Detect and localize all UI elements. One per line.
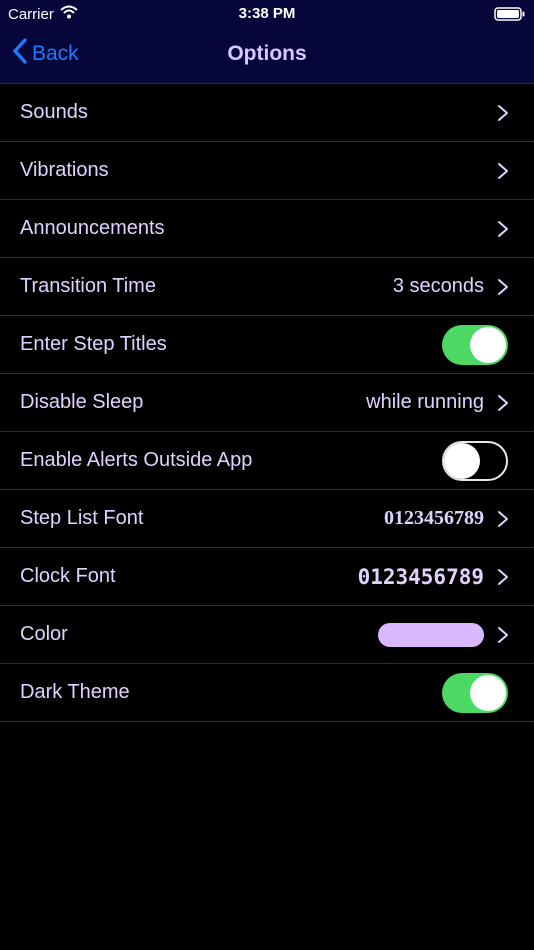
chevron-right-icon [498, 568, 508, 585]
chevron-right-icon [498, 394, 508, 411]
option-label: Enable Alerts Outside App [20, 449, 253, 471]
option-label: Step List Font [20, 507, 144, 529]
chevron-right-icon [498, 220, 508, 237]
option-label: Color [20, 623, 68, 645]
option-enable-alerts-outside-app: Enable Alerts Outside App [0, 432, 534, 490]
enter-step-titles-toggle[interactable] [442, 324, 508, 365]
option-label: Announcements [20, 217, 165, 239]
color-swatch [378, 622, 484, 647]
option-enter-step-titles: Enter Step Titles [0, 316, 534, 374]
chevron-right-icon [498, 104, 508, 121]
option-announcements[interactable]: Announcements [0, 200, 534, 258]
top-bar: Carrier 3:38 PM Back Options [0, 0, 534, 84]
option-color[interactable]: Color [0, 606, 534, 664]
option-label: Disable Sleep [20, 391, 144, 413]
status-bar: Carrier 3:38 PM [0, 0, 534, 28]
chevron-right-icon [498, 162, 508, 179]
options-list: Sounds Vibrations Announcements Transiti… [0, 84, 534, 722]
option-vibrations[interactable]: Vibrations [0, 142, 534, 200]
chevron-right-icon [498, 510, 508, 527]
option-step-list-font[interactable]: Step List Font 0123456789 [0, 490, 534, 548]
font-preview: 0123456789 [384, 507, 484, 529]
option-value: 3 seconds [392, 275, 484, 297]
option-label: Vibrations [20, 159, 109, 181]
toggle-knob [444, 442, 480, 479]
option-transition-time[interactable]: Transition Time 3 seconds [0, 258, 534, 316]
option-disable-sleep[interactable]: Disable Sleep while running [0, 374, 534, 432]
font-preview: 0123456789 [357, 564, 484, 589]
toggle-knob [470, 326, 506, 363]
option-value: while running [366, 391, 484, 413]
chevron-right-icon [498, 278, 508, 295]
option-clock-font[interactable]: Clock Font 0123456789 [0, 548, 534, 606]
page-title: Options [227, 42, 307, 65]
enable-alerts-toggle[interactable] [442, 440, 508, 481]
option-dark-theme: Dark Theme [0, 664, 534, 722]
option-label: Clock Font [20, 565, 116, 587]
option-label: Dark Theme [20, 681, 130, 703]
options-screen: Carrier 3:38 PM Back Options Sounds Vibr… [0, 0, 534, 950]
toggle-knob [470, 674, 506, 711]
status-time: 3:38 PM [238, 5, 296, 22]
option-label: Enter Step Titles [20, 333, 167, 355]
option-label: Sounds [20, 101, 88, 123]
dark-theme-toggle[interactable] [442, 672, 508, 713]
option-sounds[interactable]: Sounds [0, 84, 534, 142]
navigation-bar: Back Options [0, 28, 534, 83]
battery-icon [494, 7, 526, 25]
option-label: Transition Time [20, 275, 156, 297]
chevron-right-icon [498, 626, 508, 643]
